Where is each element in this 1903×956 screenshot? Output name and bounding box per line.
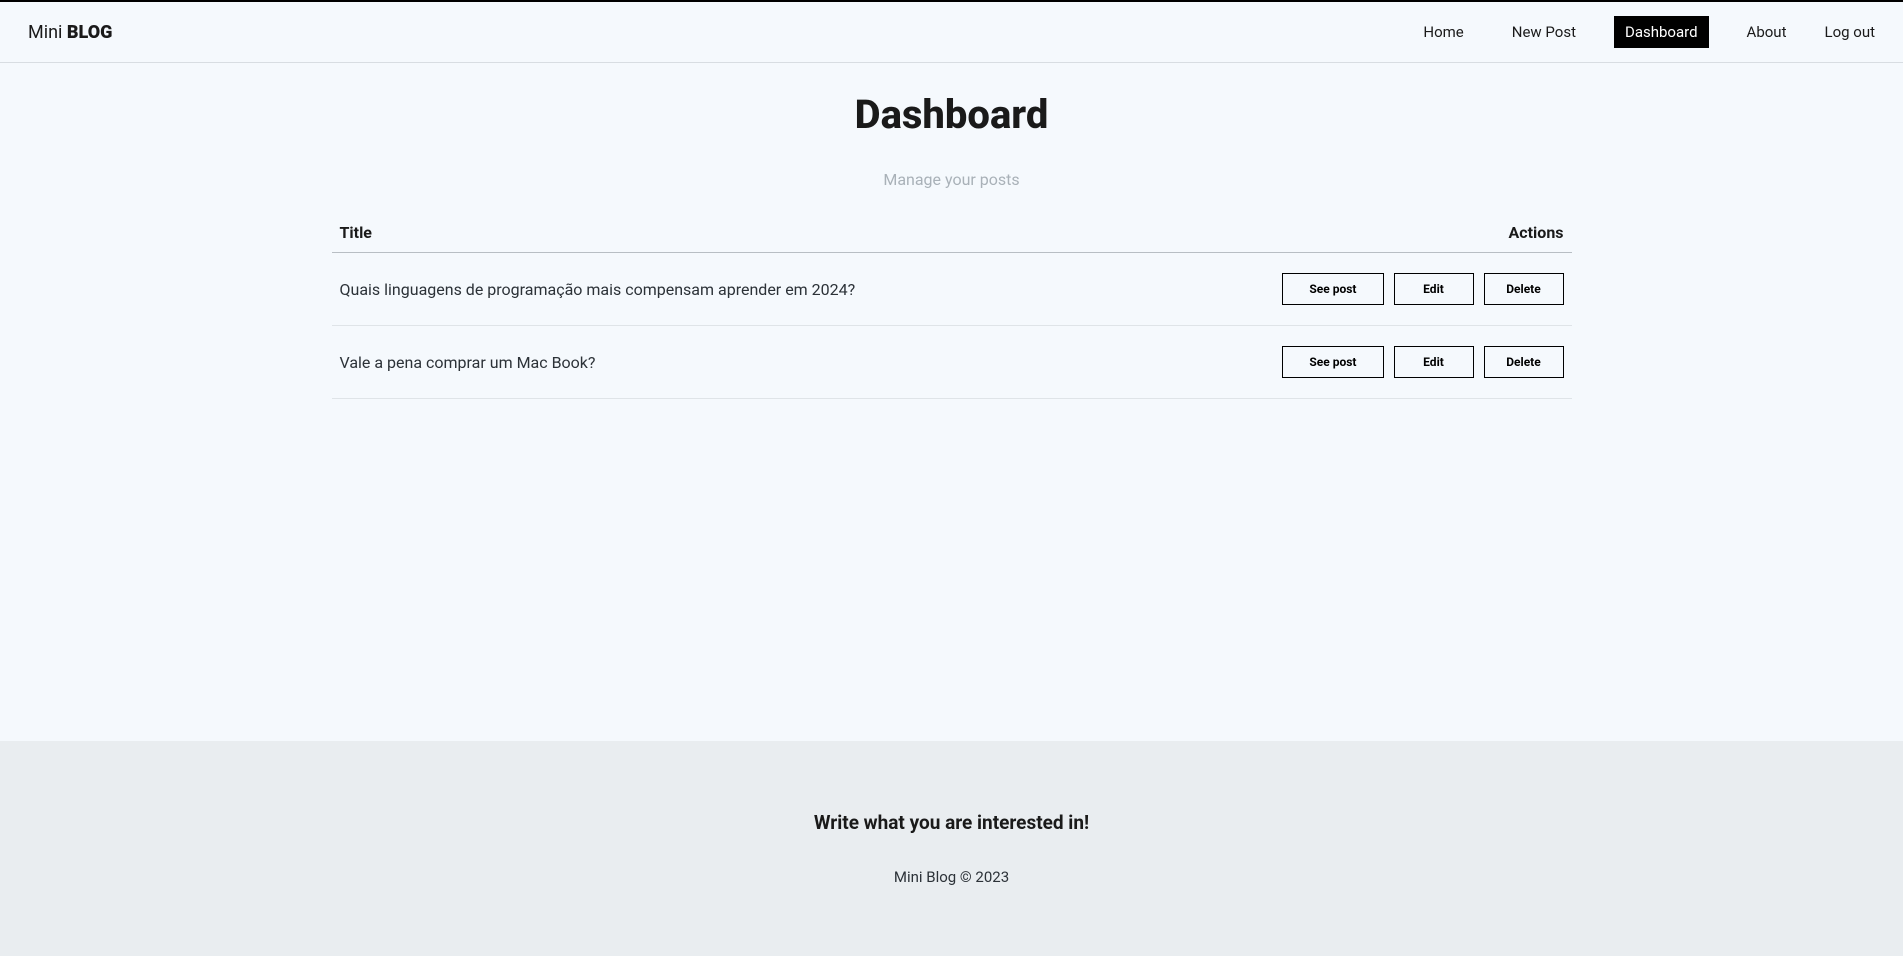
delete-post-button[interactable]: Delete: [1484, 273, 1564, 305]
logout-button[interactable]: Log out: [1824, 23, 1875, 41]
footer-copyright: Mini Blog © 2023: [20, 868, 1883, 886]
post-actions: See post Edit Delete: [1282, 346, 1563, 378]
nav-new-post[interactable]: New Post: [1502, 17, 1586, 47]
delete-post-button[interactable]: Delete: [1484, 346, 1564, 378]
top-navbar: Mini BLOG Home New Post Dashboard About …: [0, 2, 1903, 63]
edit-post-button[interactable]: Edit: [1394, 273, 1474, 305]
table-row: Vale a pena comprar um Mac Book? See post…: [332, 326, 1572, 399]
main-content: Dashboard Manage your posts Title Action…: [0, 63, 1903, 741]
see-post-button[interactable]: See post: [1282, 273, 1383, 305]
nav-dashboard[interactable]: Dashboard: [1614, 16, 1709, 48]
brand-light: Mini: [28, 22, 67, 43]
table-row: Quais linguagens de programação mais com…: [332, 253, 1572, 326]
footer: Write what you are interested in! Mini B…: [0, 741, 1903, 956]
post-title: Vale a pena comprar um Mac Book?: [340, 353, 596, 372]
nav-links: Home New Post Dashboard About Log out: [1413, 16, 1875, 48]
brand-logo[interactable]: Mini BLOG: [28, 22, 112, 43]
footer-heading: Write what you are interested in!: [20, 811, 1883, 834]
column-header-actions: Actions: [1509, 223, 1564, 242]
see-post-button[interactable]: See post: [1282, 346, 1383, 378]
edit-post-button[interactable]: Edit: [1394, 346, 1474, 378]
page-subtitle: Manage your posts: [0, 170, 1903, 189]
post-title: Quais linguagens de programação mais com…: [340, 280, 856, 299]
column-header-title: Title: [340, 223, 372, 242]
posts-table-body: Quais linguagens de programação mais com…: [332, 253, 1572, 399]
post-actions: See post Edit Delete: [1282, 273, 1563, 305]
nav-home[interactable]: Home: [1413, 17, 1473, 47]
brand-bold: BLOG: [67, 22, 113, 43]
posts-table-header: Title Actions: [332, 215, 1572, 253]
page-title: Dashboard: [0, 91, 1903, 138]
nav-about[interactable]: About: [1737, 17, 1797, 47]
posts-container: Title Actions Quais linguagens de progra…: [322, 215, 1582, 399]
